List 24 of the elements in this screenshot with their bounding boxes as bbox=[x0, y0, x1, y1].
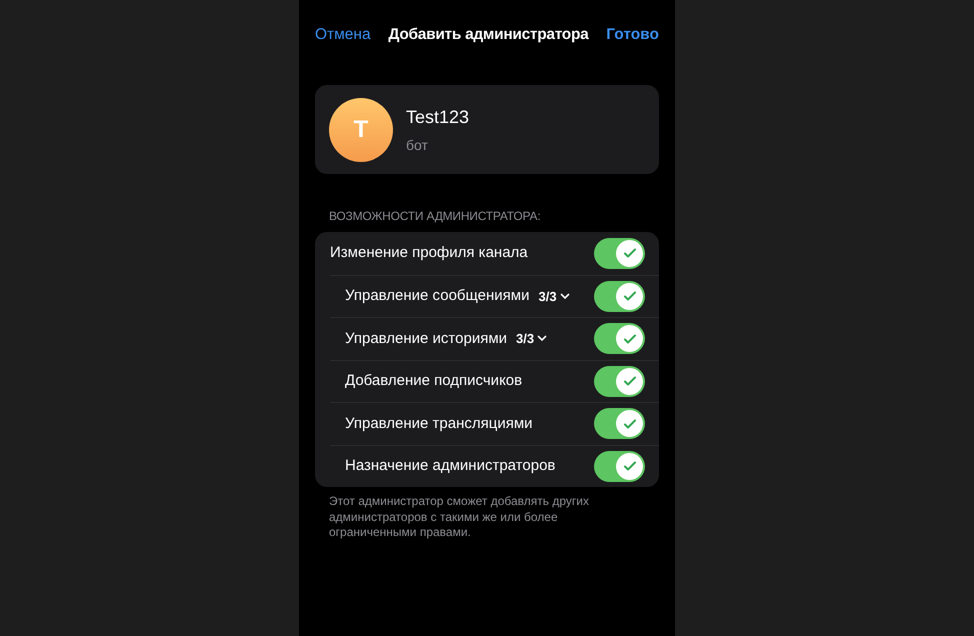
toggle-switch[interactable] bbox=[594, 408, 645, 440]
chevron-down-icon bbox=[560, 292, 570, 300]
toggle-switch[interactable] bbox=[594, 323, 645, 354]
toggle-switch[interactable] bbox=[594, 366, 645, 397]
right-label: Управление историями bbox=[345, 328, 508, 348]
profile-subtitle: бот bbox=[406, 136, 429, 154]
right-label: Изменение профиля канала bbox=[330, 243, 528, 263]
right-label: Назначение администраторов bbox=[345, 456, 556, 476]
toggle-switch[interactable] bbox=[594, 450, 645, 482]
toggle-switch[interactable] bbox=[594, 280, 645, 312]
chevron-down-icon bbox=[537, 335, 548, 342]
right-label: Добавление подписчиков bbox=[345, 371, 522, 391]
section-header: ВОЗМОЖНОСТИ АДМИНИСТРАТОРА: bbox=[328, 208, 542, 225]
avatar: T bbox=[329, 98, 393, 162]
profile-name: Test123 bbox=[406, 106, 470, 128]
count-dropdown[interactable]: 3/3 bbox=[516, 329, 548, 348]
done-button[interactable]: Готово bbox=[606, 23, 659, 47]
right-label: Управление сообщениями bbox=[345, 286, 530, 306]
count-dropdown[interactable]: 3/3 bbox=[538, 286, 570, 306]
toggle-switch[interactable] bbox=[594, 238, 645, 269]
right-label: Управление трансляциями bbox=[345, 414, 533, 434]
footer-note: Этот администратор сможет добавлять других администраторов с такими же или более ограниченными правами. bbox=[328, 494, 590, 540]
screen-title: Добавить администратора bbox=[388, 25, 588, 46]
cancel-button[interactable]: Отмена bbox=[315, 23, 371, 47]
